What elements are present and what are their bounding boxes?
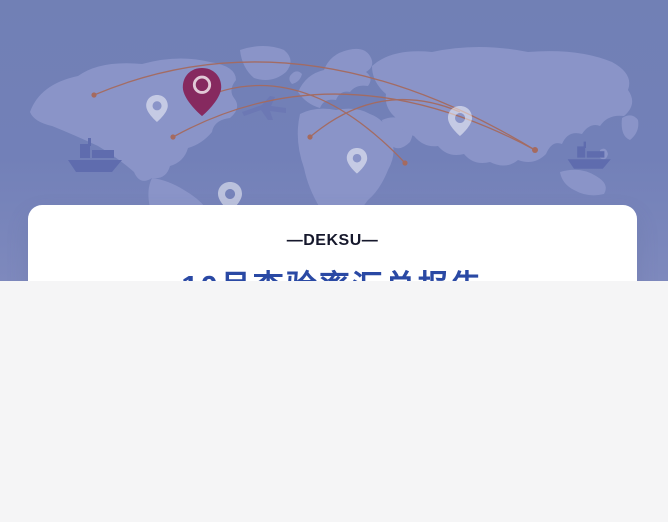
cargo-ship-icon	[568, 142, 611, 169]
region-southeast-asia	[560, 170, 606, 196]
brand-label: —DEKSU—	[28, 232, 637, 250]
island-uk	[289, 71, 302, 84]
airplane-icon	[242, 96, 286, 120]
island-japan	[622, 115, 639, 140]
continent-africa	[298, 109, 394, 208]
continent-asia	[372, 47, 632, 166]
page: —DEKSU— 10月查验率汇总报告 Customs Inspection Re…	[0, 0, 668, 522]
continents	[30, 46, 638, 208]
quote-section: 党的二十大举办使得海关例行查验出口查验率增加。	[0, 281, 668, 522]
continent-europe	[298, 49, 372, 108]
continent-central-america	[148, 178, 206, 208]
